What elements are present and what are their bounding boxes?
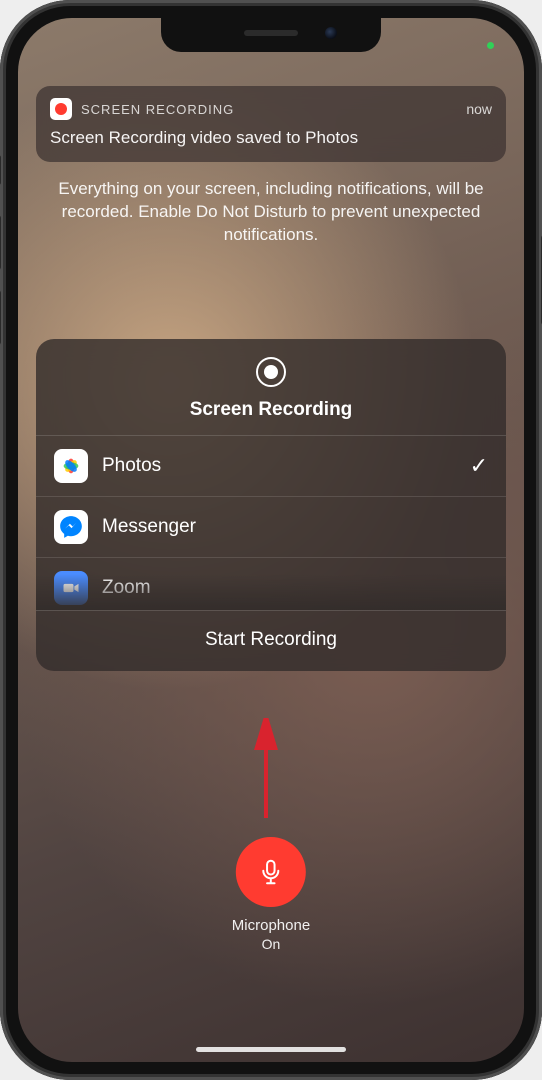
phone-device-frame: SCREEN RECORDING now Screen Recording vi… [0,0,542,1080]
microphone-control: Microphone On [232,837,310,952]
messenger-icon [54,510,88,544]
microphone-state: On [232,936,310,952]
screen-recording-app-icon [50,98,72,120]
volume-down-button [0,290,1,345]
app-row-zoom[interactable]: Zoom [36,558,506,610]
photos-icon [54,449,88,483]
microphone-label: Microphone [232,917,310,934]
mute-switch [0,155,1,185]
notch [161,18,381,52]
privacy-indicator-dot [487,42,494,49]
home-indicator[interactable] [196,1047,346,1052]
app-row-photos[interactable]: Photos ✓ [36,436,506,497]
zoom-icon [54,571,88,605]
notification-banner[interactable]: SCREEN RECORDING now Screen Recording vi… [36,86,506,162]
app-label: Messenger [102,516,488,538]
checkmark-icon: ✓ [470,453,488,479]
microphone-icon [256,857,286,887]
microphone-toggle-button[interactable] [236,837,306,907]
notification-body: Screen Recording video saved to Photos [50,128,492,148]
recording-disclaimer: Everything on your screen, including not… [36,178,506,247]
sheet-title: Screen Recording [36,399,506,421]
app-row-messenger[interactable]: Messenger [36,497,506,558]
screen: SCREEN RECORDING now Screen Recording vi… [18,18,524,1062]
screen-recording-sheet: Screen Recording [36,339,506,671]
app-label: Zoom [102,577,488,599]
notification-time: now [466,101,492,117]
app-label: Photos [102,455,456,477]
record-icon [256,357,286,387]
start-recording-button[interactable]: Start Recording [36,610,506,671]
notification-app-name: SCREEN RECORDING [81,102,457,117]
annotation-arrow-icon [246,718,286,828]
destination-app-list[interactable]: Photos ✓ Messenger [36,435,506,610]
volume-up-button [0,215,1,270]
